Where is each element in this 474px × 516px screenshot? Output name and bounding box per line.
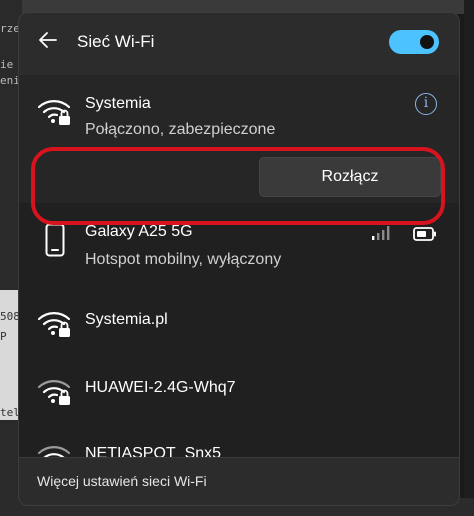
network-status: Hotspot mobilny, wyłączony [85,251,282,268]
cell-signal-icon [371,225,393,246]
network-item[interactable]: Systemia.pl [19,297,459,363]
background-panel: 508 P tel [0,290,20,420]
wifi-secured-icon [37,307,73,344]
wifi-secured-icon [37,95,73,132]
info-icon[interactable]: i [415,93,437,115]
background-text: 508 [0,310,20,323]
background-window-right [464,0,474,516]
phone-icon [45,223,65,262]
toggle-knob [420,35,434,49]
network-item[interactable]: HUAWEI-2.4G-Whq7 [19,365,459,431]
network-item-galaxy-a25[interactable]: Galaxy A25 5G Hotspot mobilny, wyłączony [19,203,459,297]
battery-icon [413,227,437,246]
network-name: NETIASPOT_Snx5 [85,445,222,457]
network-item-systemia[interactable]: Systemia Połączono, zabezpieczone i Rozł… [19,75,459,203]
background-text: eni [0,74,20,87]
network-name: Systemia.pl [85,311,168,328]
flyout-footer: Więcej ustawień sieci Wi-Fi [19,457,459,505]
background-text: P [0,330,7,343]
wifi-toggle[interactable] [389,30,439,54]
arrow-left-icon[interactable] [37,29,59,51]
network-name: Systemia [85,95,151,112]
more-wifi-settings-link[interactable]: Więcej ustawień sieci Wi-Fi [37,473,207,489]
wifi-secured-icon [37,441,73,457]
wifi-secured-icon [37,375,73,412]
background-text: tel [0,406,20,419]
network-status: Połączono, zabezpieczone [85,121,276,138]
wifi-flyout: Sieć Wi-Fi Systemia Połączono, zabezpiec… [18,12,460,506]
disconnect-button[interactable]: Rozłącz [259,157,441,197]
network-name: Galaxy A25 5G [85,223,193,240]
network-name: HUAWEI-2.4G-Whq7 [85,379,236,396]
network-list[interactable]: Systemia Połączono, zabezpieczone i Rozł… [19,75,459,457]
background-text: ie [0,58,14,71]
network-item[interactable]: NETIASPOT_Snx5 [19,431,459,457]
page-title: Sieć Wi-Fi [77,32,155,51]
flyout-header: Sieć Wi-Fi [19,13,459,71]
